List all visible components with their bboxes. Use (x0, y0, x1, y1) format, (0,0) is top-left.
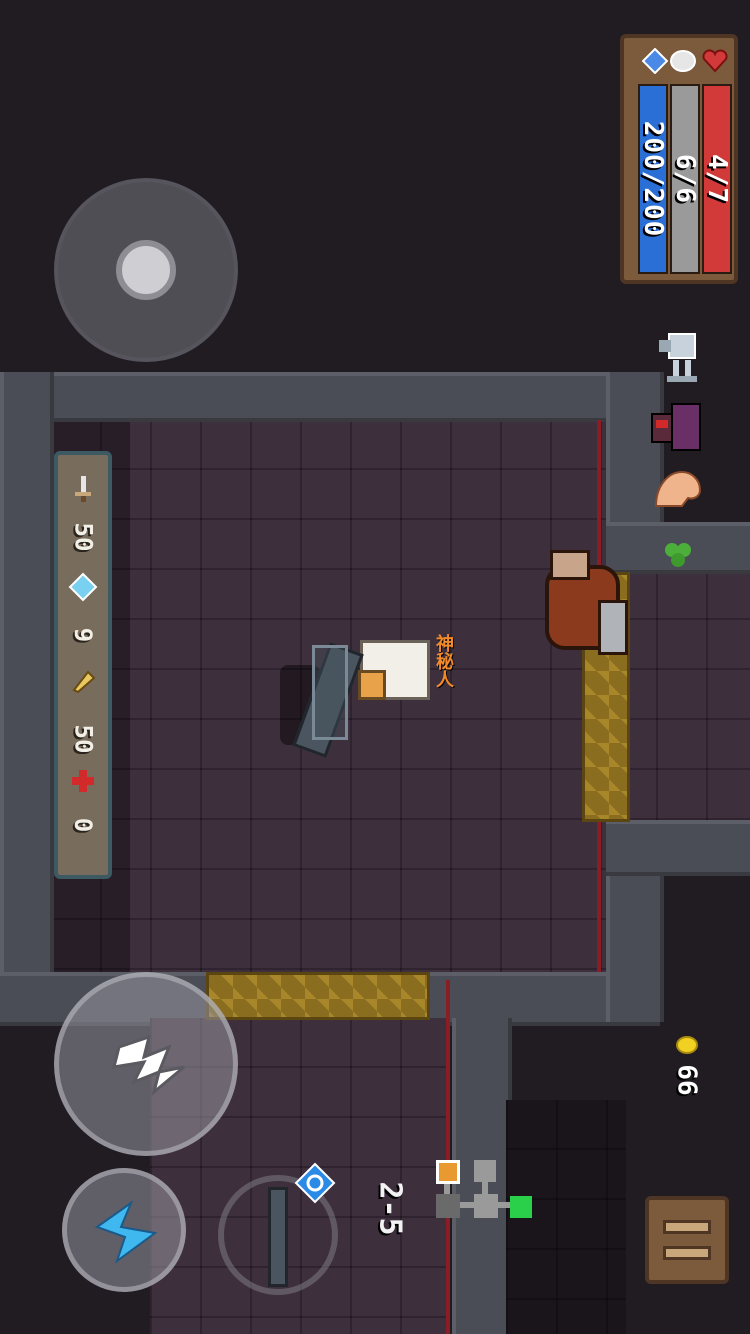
bullet-icon (58, 661, 108, 701)
medkit-value-box: 0 (58, 805, 108, 845)
gold-value: 66 (672, 1064, 702, 1096)
enemy-weapon (598, 600, 628, 655)
health-value: 4/7 (702, 154, 732, 204)
level-indicator: 2-5 (352, 1170, 428, 1246)
gem-icon (58, 567, 108, 607)
strength-icon (652, 466, 704, 518)
bullet-value-box: 50 (58, 719, 108, 759)
minimap-link (498, 1202, 510, 1208)
joystick-knob[interactable] (116, 240, 176, 300)
pause-button[interactable] (645, 1196, 729, 1284)
minimap[interactable] (430, 1156, 540, 1226)
dagger-value-box: 50 (58, 517, 108, 557)
attack-button[interactable] (54, 972, 238, 1156)
energy-icon (641, 47, 669, 75)
armor-icon (670, 48, 696, 74)
lightning-icon (94, 1200, 158, 1264)
minimap-room (474, 1194, 498, 1218)
health-bar: 4/7 (702, 84, 732, 274)
energy-value: 200/200 (638, 120, 668, 238)
medkit-icon (58, 761, 108, 801)
player-face (358, 670, 386, 700)
armor-bar: 6/6 (670, 84, 700, 274)
door-bottom (206, 972, 430, 1020)
player-character: 神秘人 (280, 620, 454, 758)
dagger-value: 50 (69, 522, 97, 552)
minimap-link (444, 1184, 450, 1194)
gem-value-box: 9 (58, 615, 108, 655)
gold-counter: 66 (662, 1060, 712, 1100)
weapon-box (312, 645, 348, 740)
pause-bar-icon (663, 1246, 711, 1260)
minimap-link (460, 1202, 474, 1208)
wall-trim-right-lower (597, 822, 601, 972)
attack-icon (111, 1034, 185, 1097)
armor-value: 6/6 (670, 154, 700, 204)
enemy-boar (540, 550, 630, 660)
level-value: 2-5 (372, 1180, 408, 1236)
weapon-icon (268, 1187, 288, 1287)
energy-bar: 200/200 (638, 84, 668, 274)
gem-value: 9 (68, 627, 97, 643)
dagger-icon (58, 469, 108, 509)
pause-bar-icon (663, 1220, 711, 1234)
heart-icon (702, 48, 728, 74)
player-tag: 神秘人 (433, 634, 454, 688)
swap-badge-icon (294, 1162, 336, 1204)
trophy-icon (655, 330, 701, 388)
minimap-room (436, 1194, 460, 1218)
status-panel: 200/200 6/6 4/7 (620, 34, 738, 284)
medkit-value: 0 (68, 817, 97, 833)
corridor-right-wall-bottom (606, 820, 750, 876)
minimap-room (436, 1160, 460, 1184)
wall-trim-right (597, 420, 601, 570)
clover-icon (660, 540, 696, 570)
wall-top (0, 372, 660, 422)
minimap-exit (510, 1196, 532, 1218)
gold-icon (676, 1036, 698, 1054)
enemy-head (550, 550, 590, 580)
minimap-link (482, 1182, 488, 1194)
bullet-value: 50 (69, 724, 97, 754)
resources-panel: 50 9 50 0 (54, 451, 112, 879)
skill-button[interactable] (62, 1168, 186, 1292)
wall-left (0, 372, 54, 1022)
minimap-room (474, 1160, 496, 1182)
hat-icon (650, 400, 705, 455)
